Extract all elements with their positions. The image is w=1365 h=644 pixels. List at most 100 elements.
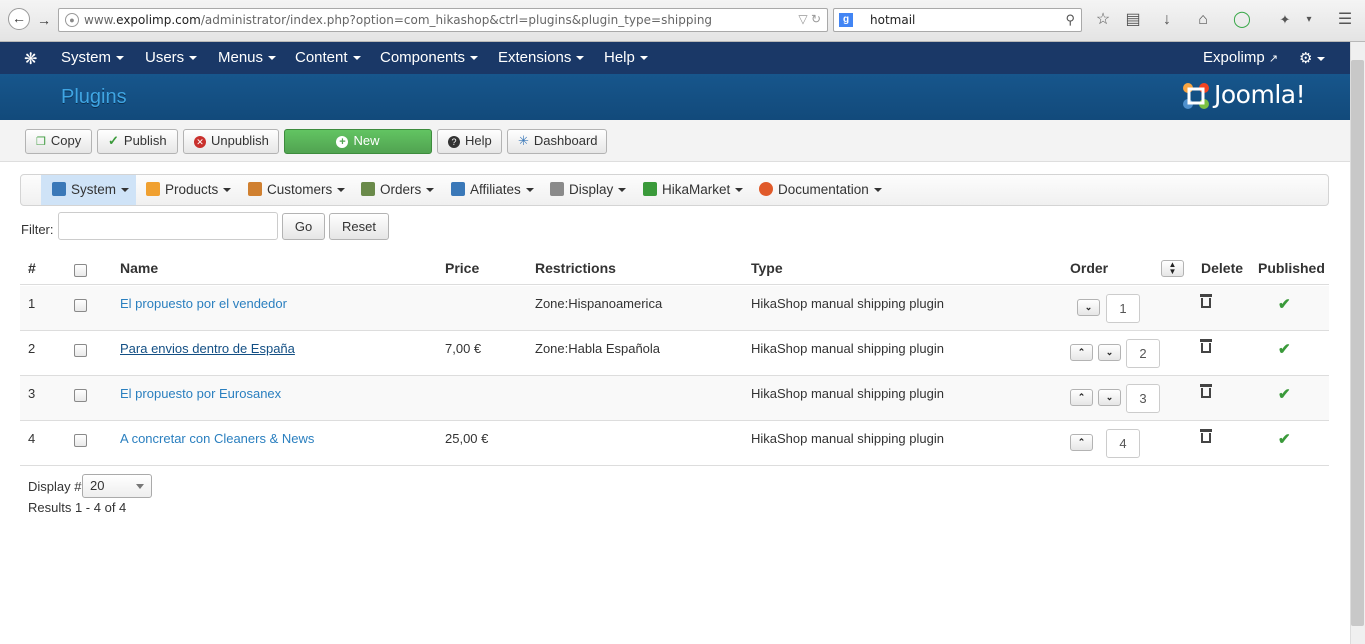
order-input[interactable]: 3: [1126, 384, 1160, 413]
search-bar[interactable]: g hotmail ⚲: [833, 8, 1082, 32]
browser-toolbar: ← → ● www.expolimp.com/administrator/ind…: [0, 0, 1365, 42]
trash-icon[interactable]: [1200, 384, 1212, 399]
hikamenu-display[interactable]: Display: [550, 175, 627, 205]
order-up-button[interactable]: ⌃: [1070, 434, 1093, 451]
address-bar[interactable]: ● www.expolimp.com/administrator/index.p…: [58, 8, 828, 32]
download-icon[interactable]: ↓: [1157, 10, 1177, 30]
published-check-icon[interactable]: ✔: [1278, 295, 1291, 313]
go-button[interactable]: Go: [282, 213, 325, 240]
nav-menus[interactable]: Menus: [218, 49, 277, 66]
display-label: Display #: [28, 479, 82, 494]
hikamarket-icon: [643, 182, 657, 196]
row-checkbox[interactable]: [74, 389, 87, 402]
toolbar: ❐ Copy ✓ Publish ✕ Unpublish + New ? Help ✳ Da…: [0, 120, 1350, 162]
row-checkbox[interactable]: [74, 299, 87, 312]
order-up-button[interactable]: ⌃: [1070, 344, 1093, 361]
reading-list-icon[interactable]: ▤: [1123, 10, 1143, 30]
dashboard-icon: ✳: [518, 133, 529, 148]
row-checkbox[interactable]: [74, 344, 87, 357]
plugin-name-link[interactable]: El propuesto por Eurosanex: [120, 386, 281, 401]
addon-icon[interactable]: ✦: [1275, 10, 1295, 30]
table-row: 2 Para envios dentro de España 7,00 € Zo…: [20, 331, 1329, 376]
nav-users[interactable]: Users: [145, 49, 198, 66]
plugin-name-link[interactable]: El propuesto por el vendedor: [120, 296, 287, 311]
plugin-type: HikaShop manual shipping plugin: [751, 431, 944, 446]
order-input[interactable]: 4: [1106, 429, 1140, 458]
plugin-name-link[interactable]: A concretar con Cleaners & News: [120, 431, 314, 446]
hikamenu-documentation[interactable]: Documentation: [759, 175, 882, 205]
menu-icon[interactable]: ☰: [1335, 10, 1355, 30]
row-num: 2: [28, 341, 36, 356]
nav-help[interactable]: Help: [604, 49, 648, 66]
hikamenu-products[interactable]: Products: [146, 175, 232, 205]
order-down-button[interactable]: ⌄: [1077, 299, 1100, 316]
display-icon: [550, 182, 564, 196]
reset-button[interactable]: Reset: [329, 213, 389, 240]
home-icon[interactable]: ⌂: [1193, 10, 1213, 30]
col-price[interactable]: Price: [445, 260, 479, 276]
dashboard-button[interactable]: ✳ Dashboard: [507, 129, 607, 154]
new-button[interactable]: + New: [284, 129, 432, 154]
publish-button[interactable]: ✓ Publish: [97, 129, 178, 154]
plugin-type: HikaShop manual shipping plugin: [751, 386, 944, 401]
order-down-button[interactable]: ⌄: [1098, 344, 1121, 361]
sync-icon[interactable]: ◯: [1232, 10, 1252, 30]
plugin-type: HikaShop manual shipping plugin: [751, 341, 944, 356]
col-published[interactable]: Published: [1258, 260, 1325, 276]
row-num: 3: [28, 386, 36, 401]
col-restrictions: Restrictions: [535, 260, 616, 276]
nav-content[interactable]: Content: [295, 49, 361, 66]
hikamenu-orders[interactable]: Orders: [361, 175, 435, 205]
col-order[interactable]: Order: [1070, 260, 1108, 276]
col-type[interactable]: Type: [751, 260, 783, 276]
trash-icon[interactable]: [1200, 429, 1212, 444]
trash-icon[interactable]: [1200, 339, 1212, 354]
hikamenu-affiliates[interactable]: Affiliates: [451, 175, 534, 205]
back-button[interactable]: ←: [8, 8, 30, 30]
unpublish-icon: ✕: [194, 136, 206, 148]
nav-extensions[interactable]: Extensions: [498, 49, 585, 66]
table-row: 1 El propuesto por el vendedor Zone:Hisp…: [20, 286, 1329, 331]
plugin-name-link[interactable]: Para envios dentro de España: [120, 341, 295, 356]
hikamenu-customers[interactable]: Customers: [248, 175, 346, 205]
row-checkbox[interactable]: [74, 434, 87, 447]
order-up-button[interactable]: ⌃: [1070, 389, 1093, 406]
help-button[interactable]: ? Help: [437, 129, 502, 154]
addon-dropdown-icon[interactable]: ▾: [1299, 10, 1319, 30]
col-num: #: [28, 260, 36, 276]
published-check-icon[interactable]: ✔: [1278, 385, 1291, 403]
joomla-icon[interactable]: ❋: [24, 49, 37, 69]
order-input[interactable]: 1: [1106, 294, 1140, 323]
filter-input[interactable]: [58, 212, 278, 240]
copy-button[interactable]: ❐ Copy: [25, 129, 92, 154]
col-name[interactable]: Name: [120, 260, 158, 276]
published-check-icon[interactable]: ✔: [1278, 340, 1291, 358]
chevron-down-icon: [136, 484, 144, 489]
hikamenu-hikamarket[interactable]: HikaMarket: [643, 175, 744, 205]
hikamenu-system[interactable]: System: [41, 175, 136, 205]
plugin-price: 25,00 €: [445, 431, 489, 446]
published-check-icon[interactable]: ✔: [1278, 430, 1291, 448]
limit-select[interactable]: 20: [82, 474, 152, 498]
bookmark-star-icon[interactable]: ☆: [1093, 10, 1113, 30]
lifebuoy-icon: [759, 182, 773, 196]
plugin-restrictions: Zone:Hispanoamerica: [535, 296, 663, 311]
scrollbar-thumb[interactable]: [1351, 60, 1364, 626]
unpublish-button[interactable]: ✕ Unpublish: [183, 129, 279, 154]
order-down-button[interactable]: ⌄: [1098, 389, 1121, 406]
save-order-icon[interactable]: ▲ ▼: [1161, 260, 1184, 277]
site-link[interactable]: Expolimp ↗: [1203, 49, 1278, 66]
wrench-icon: [52, 182, 66, 196]
search-icon[interactable]: ⚲: [1065, 12, 1075, 28]
settings-gear-icon[interactable]: ⚙: [1299, 49, 1326, 67]
forward-button[interactable]: →: [34, 10, 54, 30]
external-link-icon: ↗: [1268, 53, 1279, 65]
table-row: 3 El propuesto por Eurosanex HikaShop ma…: [20, 376, 1329, 421]
search-text: hotmail: [870, 13, 916, 27]
trash-icon[interactable]: [1200, 294, 1212, 309]
order-input[interactable]: 2: [1126, 339, 1160, 368]
reload-icon[interactable]: ▽ ↻: [798, 12, 821, 26]
check-all-checkbox[interactable]: [74, 264, 87, 277]
nav-components[interactable]: Components: [380, 49, 479, 66]
nav-system[interactable]: System: [61, 49, 125, 66]
